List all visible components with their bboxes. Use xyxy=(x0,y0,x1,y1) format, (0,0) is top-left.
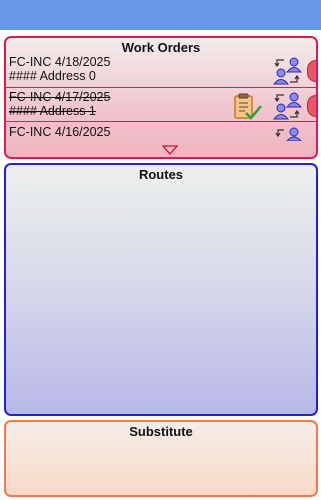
work-order-address: #### Address 0 xyxy=(9,69,96,83)
work-order-title: FC-INC 4/16/2025 xyxy=(9,125,111,139)
swipe-handle[interactable] xyxy=(307,95,316,117)
work-orders-panel: Work Orders FC-INC 4/18/2025 #### Addres… xyxy=(4,36,318,159)
routes-title: Routes xyxy=(138,167,184,182)
substitute-panel: Substitute xyxy=(4,420,318,497)
work-order-item[interactable]: FC-INC 4/17/2025 #### Address 1 xyxy=(6,87,316,122)
work-order-item[interactable]: FC-INC 4/18/2025 #### Address 0 xyxy=(6,55,316,90)
swap-users-icon[interactable] xyxy=(271,92,303,120)
substitute-title: Substitute xyxy=(129,424,193,439)
swipe-handle[interactable] xyxy=(307,60,316,82)
swap-users-icon[interactable] xyxy=(271,57,303,85)
work-order-title: FC-INC 4/18/2025 xyxy=(9,55,111,69)
work-orders-title: Work Orders xyxy=(121,40,201,55)
clipboard-check-icon xyxy=(234,93,262,120)
top-bar xyxy=(0,0,321,30)
expand-down-icon[interactable] xyxy=(162,145,178,155)
work-order-title: FC-INC 4/17/2025 xyxy=(9,90,111,104)
swap-users-icon[interactable] xyxy=(274,127,302,141)
work-order-address: #### Address 1 xyxy=(9,104,96,118)
routes-panel: Routes xyxy=(4,163,318,416)
work-order-item[interactable]: FC-INC 4/16/2025 xyxy=(6,122,316,142)
